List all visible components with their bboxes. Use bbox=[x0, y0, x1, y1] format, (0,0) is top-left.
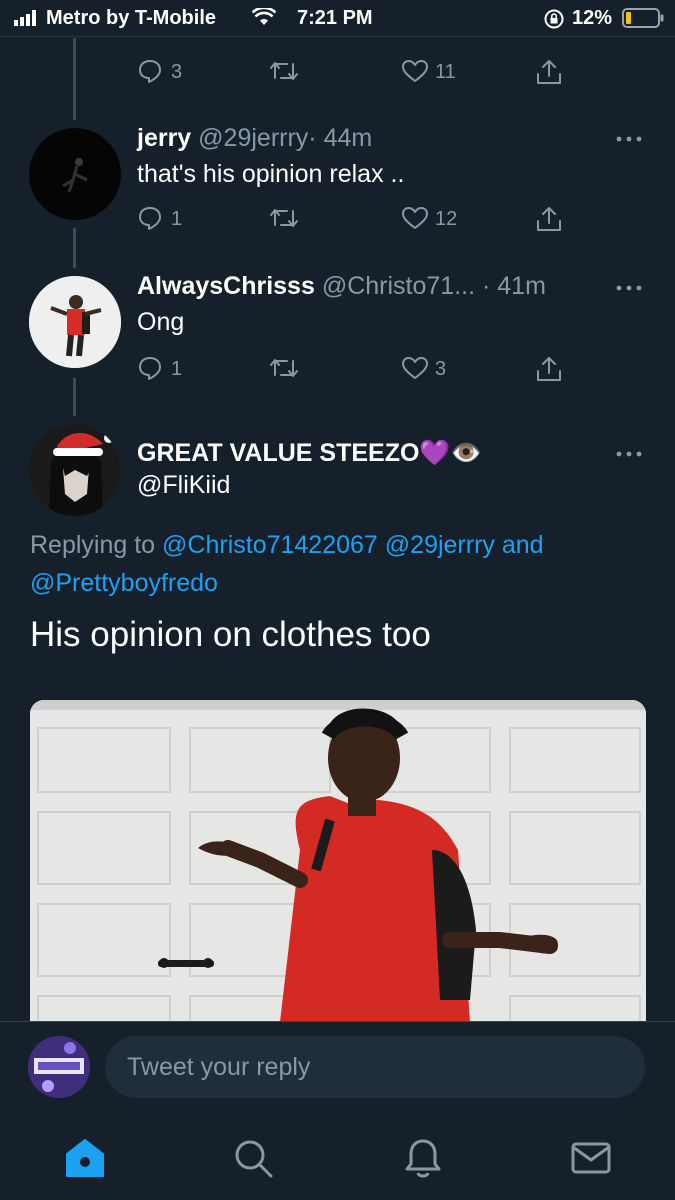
battery-percent: 12% bbox=[572, 7, 613, 29]
notifications-icon[interactable] bbox=[401, 1136, 445, 1180]
tweet-text: that's his opinion relax .. bbox=[137, 160, 405, 188]
more-options-icon[interactable] bbox=[615, 134, 643, 144]
share-icon bbox=[537, 60, 561, 84]
display-name[interactable]: AlwaysChrisss bbox=[137, 272, 315, 300]
reply-count: 1 bbox=[171, 358, 183, 380]
display-name[interactable]: jerry bbox=[137, 124, 191, 152]
mention-link[interactable]: @Prettyboyfredo bbox=[30, 569, 218, 597]
photo-image bbox=[30, 700, 646, 1022]
retweet-icon bbox=[270, 62, 298, 80]
avatar-image bbox=[62, 158, 88, 193]
reply-icon bbox=[139, 207, 161, 230]
avatar-image bbox=[29, 276, 121, 368]
tweet-header: GREAT VALUE STEEZO💜👁️ bbox=[137, 439, 482, 468]
reply-count: 1 bbox=[171, 208, 183, 230]
retweet-icon bbox=[270, 209, 298, 227]
more-options-icon[interactable] bbox=[615, 283, 643, 293]
more-options-icon[interactable] bbox=[615, 449, 643, 459]
replying-to-label: Replying to bbox=[30, 531, 156, 559]
battery-icon bbox=[622, 8, 664, 28]
heart-icon bbox=[402, 357, 428, 379]
avatar-image bbox=[29, 424, 121, 516]
username[interactable]: @Christo71... bbox=[322, 272, 475, 300]
replying-to: Replying to @Christo71422067 @29jerrry a… bbox=[30, 526, 650, 602]
heart-icon bbox=[402, 60, 428, 82]
avatar[interactable] bbox=[29, 424, 121, 516]
username[interactable]: @FliKiid bbox=[137, 471, 230, 500]
tweet-text: Ong bbox=[137, 308, 185, 336]
share-icon bbox=[537, 357, 561, 381]
status-bar: Metro by T-Mobile 7:21 PM 12% bbox=[0, 0, 675, 38]
timestamp: · 41m bbox=[482, 272, 546, 300]
search-icon[interactable] bbox=[231, 1136, 275, 1180]
like-count: 12 bbox=[435, 208, 458, 230]
reply-placeholder: Tweet your reply bbox=[127, 1053, 311, 1081]
tweet-actions: 1 12 bbox=[137, 203, 577, 235]
tweet-header: AlwaysChrisss @Christo71... · 41m bbox=[137, 272, 546, 301]
reply-icon bbox=[139, 60, 161, 83]
reply-icon bbox=[139, 357, 161, 380]
share-icon bbox=[537, 207, 561, 231]
like-count: 3 bbox=[435, 358, 447, 380]
mention-link[interactable]: @Christo71422067 bbox=[162, 531, 378, 559]
my-avatar[interactable] bbox=[28, 1036, 90, 1098]
retweet-icon bbox=[270, 359, 298, 377]
display-name[interactable]: GREAT VALUE STEEZO bbox=[137, 439, 419, 467]
orientation-lock-icon bbox=[544, 9, 564, 29]
avatar[interactable] bbox=[29, 128, 121, 220]
bottom-tab-bar bbox=[0, 1118, 675, 1200]
and-word[interactable]: and bbox=[502, 531, 544, 559]
avatar[interactable] bbox=[29, 276, 121, 368]
timestamp: · 44m bbox=[308, 124, 373, 152]
signal-icon bbox=[14, 10, 36, 26]
username[interactable]: @29jerrry bbox=[198, 124, 308, 152]
divider bbox=[0, 36, 675, 37]
home-icon[interactable] bbox=[63, 1136, 107, 1180]
tweet-actions: 3 11 bbox=[137, 56, 577, 88]
thread-line bbox=[73, 228, 76, 268]
messages-icon[interactable] bbox=[569, 1136, 613, 1180]
heart-icon bbox=[402, 207, 428, 229]
tweet-header: jerry @29jerrry· 44m bbox=[137, 124, 372, 153]
reply-count: 3 bbox=[171, 61, 183, 83]
tweet-text: His opinion on clothes too bbox=[30, 615, 431, 654]
avatar-image bbox=[28, 1036, 90, 1098]
wifi-icon bbox=[252, 8, 276, 25]
tweet-actions: 1 3 bbox=[137, 353, 577, 385]
previous-tweet-text-cutoff bbox=[137, 26, 317, 40]
like-count: 11 bbox=[435, 61, 456, 83]
thread-line bbox=[73, 378, 76, 416]
name-emoji: 💜👁️ bbox=[419, 439, 482, 467]
thread-line bbox=[73, 38, 76, 120]
reply-input[interactable]: Tweet your reply bbox=[105, 1036, 645, 1098]
mention-link[interactable]: @29jerrry bbox=[385, 531, 495, 559]
tweet-image[interactable] bbox=[30, 700, 646, 1022]
